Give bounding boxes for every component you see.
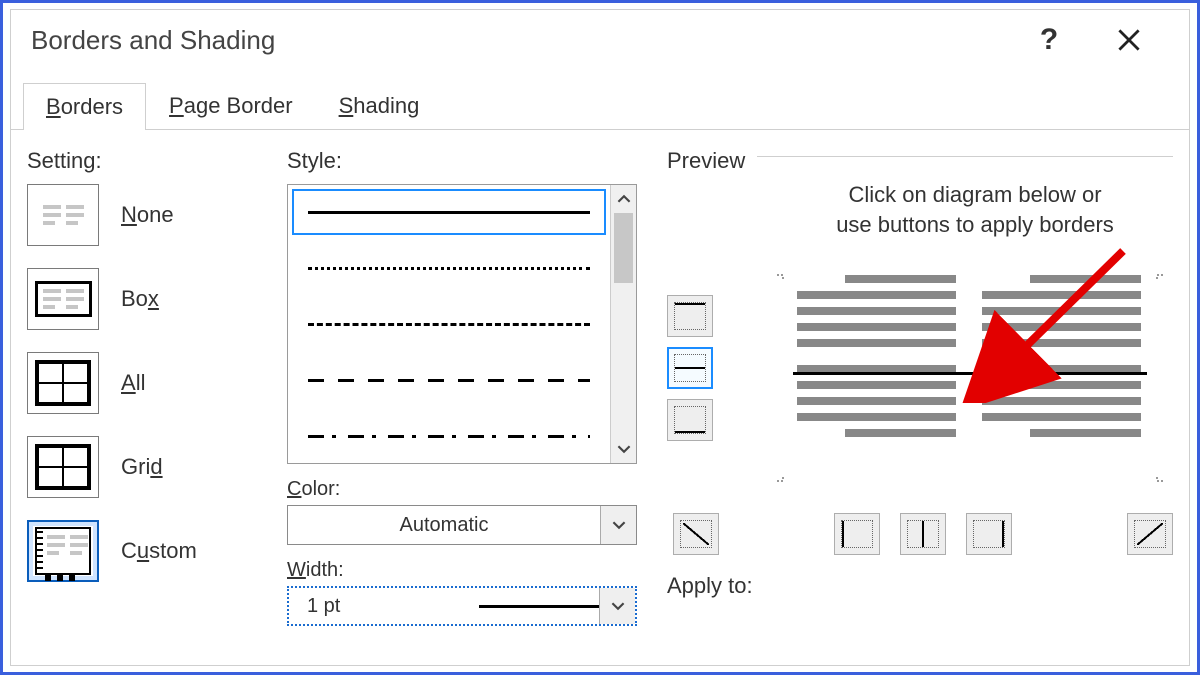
scroll-down-button[interactable] bbox=[611, 435, 636, 463]
width-value: 1 pt bbox=[289, 595, 467, 618]
preview-inside-horizontal-border bbox=[793, 372, 1147, 375]
setting-all[interactable]: All bbox=[27, 352, 257, 414]
setting-custom-icon bbox=[27, 520, 99, 582]
border-vertical-inside-button[interactable] bbox=[900, 513, 946, 555]
width-label: Width: bbox=[287, 559, 637, 582]
crop-mark-icon bbox=[1147, 475, 1163, 491]
scroll-up-button[interactable] bbox=[611, 185, 636, 213]
tab-borders[interactable]: Borders bbox=[23, 83, 146, 130]
border-right-icon bbox=[973, 520, 1005, 548]
scroll-track[interactable] bbox=[611, 213, 636, 435]
chevron-down-icon bbox=[611, 599, 625, 613]
preview-paragraphs bbox=[797, 275, 1143, 475]
border-horizontal-inside-button[interactable] bbox=[667, 347, 713, 389]
chevron-up-icon bbox=[617, 192, 631, 206]
setting-label: Setting: bbox=[27, 148, 257, 174]
preview-label: Preview bbox=[667, 148, 745, 174]
setting-none-icon bbox=[27, 184, 99, 246]
dialog-content: Setting: None bbox=[11, 130, 1189, 665]
border-left-icon bbox=[841, 520, 873, 548]
border-top-button[interactable] bbox=[667, 295, 713, 337]
border-diagonal-up-icon bbox=[1134, 520, 1166, 548]
border-diagonal-up-button[interactable] bbox=[1127, 513, 1173, 555]
style-option-dashed-short[interactable] bbox=[294, 303, 604, 345]
width-dropdown-arrow[interactable] bbox=[599, 588, 635, 624]
border-vertical-inside-icon bbox=[907, 520, 939, 548]
help-button[interactable]: ? bbox=[1009, 15, 1089, 65]
color-label: Color: bbox=[287, 478, 637, 501]
close-button[interactable] bbox=[1089, 15, 1169, 65]
color-dropdown[interactable]: Automatic bbox=[287, 505, 637, 545]
border-horizontal-inside-icon bbox=[674, 354, 706, 382]
crop-mark-icon bbox=[777, 265, 793, 281]
setting-grid-label: Grid bbox=[121, 454, 163, 480]
style-scrollbar[interactable] bbox=[610, 185, 636, 463]
preview-hint: Click on diagram below or use buttons to… bbox=[777, 180, 1173, 239]
crop-mark-icon bbox=[777, 475, 793, 491]
setting-grid-icon bbox=[27, 436, 99, 498]
apply-to-label: Apply to: bbox=[667, 573, 1173, 599]
setting-grid[interactable]: Grid bbox=[27, 436, 257, 498]
width-dropdown[interactable]: 1 pt bbox=[287, 586, 637, 626]
border-bottom-button[interactable] bbox=[667, 399, 713, 441]
scroll-thumb[interactable] bbox=[614, 213, 633, 283]
setting-custom-label: Custom bbox=[121, 538, 197, 564]
chevron-down-icon bbox=[617, 442, 631, 456]
close-icon bbox=[1118, 29, 1140, 51]
border-top-icon bbox=[674, 302, 706, 330]
borders-and-shading-dialog: Borders and Shading ? Borders Page Borde… bbox=[10, 9, 1190, 666]
setting-box-icon bbox=[27, 268, 99, 330]
setting-box[interactable]: Box bbox=[27, 268, 257, 330]
tab-strip: Borders Page Border Shading bbox=[11, 82, 1189, 130]
color-dropdown-arrow[interactable] bbox=[600, 506, 636, 544]
preview-divider bbox=[757, 156, 1173, 157]
color-value: Automatic bbox=[288, 514, 600, 537]
border-bottom-icon bbox=[674, 406, 706, 434]
tab-shading[interactable]: Shading bbox=[316, 82, 443, 129]
style-option-dashed-long[interactable] bbox=[294, 359, 604, 401]
style-label: Style: bbox=[287, 148, 637, 174]
setting-all-icon bbox=[27, 352, 99, 414]
border-diagonal-down-icon bbox=[680, 520, 712, 548]
dialog-title: Borders and Shading bbox=[31, 25, 275, 56]
style-listbox[interactable] bbox=[287, 184, 637, 464]
titlebar: Borders and Shading ? bbox=[11, 10, 1189, 70]
style-option-dotted[interactable] bbox=[294, 247, 604, 289]
style-option-dash-dot[interactable] bbox=[294, 415, 604, 457]
setting-custom[interactable]: Custom bbox=[27, 520, 257, 582]
preview-diagram[interactable] bbox=[737, 255, 1173, 495]
chevron-down-icon bbox=[612, 518, 626, 532]
border-left-button[interactable] bbox=[834, 513, 880, 555]
setting-none-label: None bbox=[121, 202, 174, 228]
border-right-button[interactable] bbox=[966, 513, 1012, 555]
width-preview-line bbox=[479, 605, 599, 608]
tab-page-border[interactable]: Page Border bbox=[146, 82, 316, 129]
setting-all-label: All bbox=[121, 370, 145, 396]
border-diagonal-down-button[interactable] bbox=[673, 513, 719, 555]
style-option-solid[interactable] bbox=[294, 191, 604, 233]
crop-mark-icon bbox=[1147, 265, 1163, 281]
setting-none[interactable]: None bbox=[27, 184, 257, 246]
setting-box-label: Box bbox=[121, 286, 159, 312]
